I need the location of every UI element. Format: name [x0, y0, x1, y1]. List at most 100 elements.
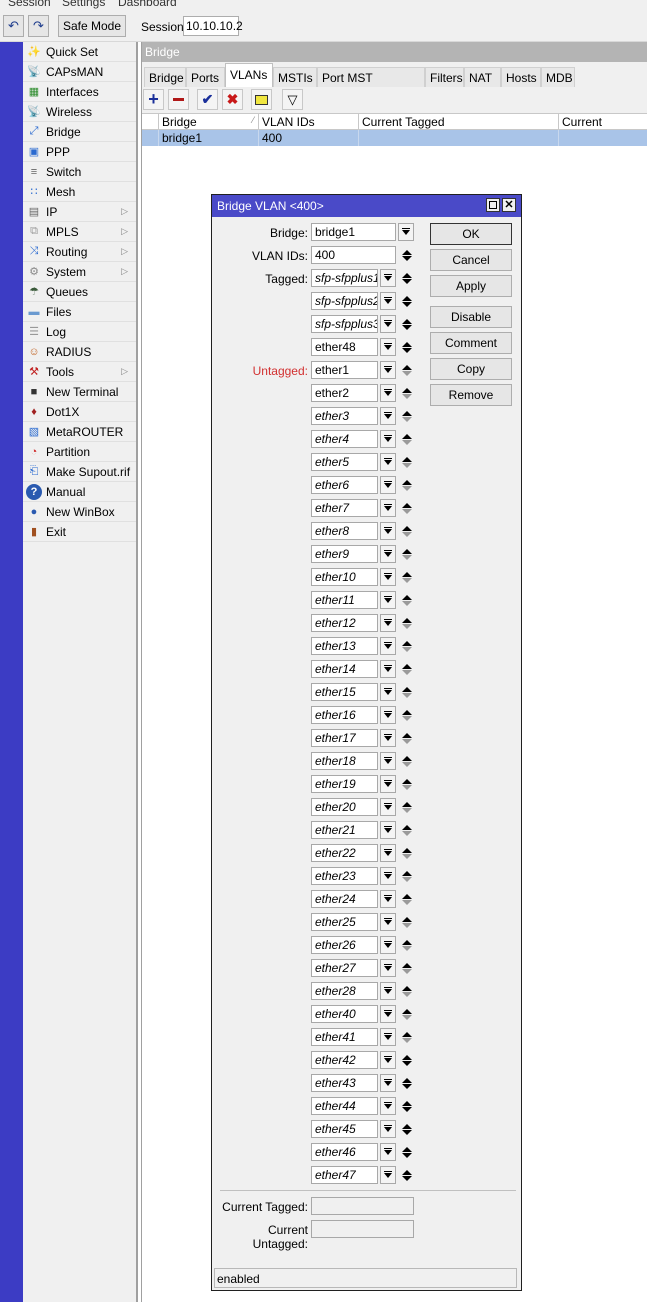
up-arrow-icon[interactable]: [402, 755, 412, 761]
up-arrow-icon[interactable]: [402, 709, 412, 715]
sidebar-item-radius[interactable]: ☺ RADIUS: [23, 342, 136, 362]
untagged-port-dropdown-button[interactable]: [380, 499, 396, 517]
untagged-port-dropdown-button[interactable]: [380, 384, 396, 402]
sidebar-item-system[interactable]: ⚙ System ▷: [23, 262, 136, 282]
up-arrow-icon[interactable]: [402, 847, 412, 853]
untagged-port-updown[interactable]: [401, 1005, 413, 1023]
tab-nat[interactable]: NAT: [464, 67, 501, 87]
untagged-port-field[interactable]: ether7: [311, 499, 378, 517]
down-arrow-icon[interactable]: [402, 945, 412, 951]
tagged-port-field[interactable]: sfp-sfpplus1: [311, 269, 378, 287]
untagged-port-field[interactable]: ether21: [311, 821, 378, 839]
untagged-port-updown[interactable]: [401, 1051, 413, 1069]
up-arrow-icon[interactable]: [402, 502, 412, 508]
down-arrow-icon[interactable]: [402, 692, 412, 698]
down-arrow-icon[interactable]: [402, 1152, 412, 1158]
untagged-port-dropdown-button[interactable]: [380, 637, 396, 655]
tab-bridge[interactable]: Bridge: [144, 67, 186, 87]
down-arrow-icon[interactable]: [402, 738, 412, 744]
untagged-port-updown[interactable]: [401, 959, 413, 977]
untagged-port-updown[interactable]: [401, 637, 413, 655]
sidebar-item-interfaces[interactable]: ▦ Interfaces: [23, 82, 136, 102]
untagged-port-dropdown-button[interactable]: [380, 1097, 396, 1115]
sidebar-item-exit[interactable]: ▮ Exit: [23, 522, 136, 542]
untagged-port-dropdown-button[interactable]: [380, 1143, 396, 1161]
untagged-port-dropdown-button[interactable]: [380, 568, 396, 586]
down-arrow-icon[interactable]: [402, 531, 412, 537]
untagged-port-updown[interactable]: [401, 936, 413, 954]
sidebar-item-bridge[interactable]: ⤢ Bridge: [23, 122, 136, 142]
untagged-port-field[interactable]: ether6: [311, 476, 378, 494]
sidebar-item-switch[interactable]: ≡ Switch: [23, 162, 136, 182]
untagged-port-updown[interactable]: [401, 453, 413, 471]
tab-port-mst-overrides[interactable]: Port MST Overrides: [317, 67, 425, 99]
tab-mstis[interactable]: MSTIs: [273, 67, 317, 87]
down-arrow-icon[interactable]: [402, 324, 412, 330]
redo-button[interactable]: ↷: [28, 15, 49, 37]
filter-button[interactable]: ▽: [282, 89, 303, 110]
untagged-port-field[interactable]: ether18: [311, 752, 378, 770]
untagged-port-updown[interactable]: [401, 867, 413, 885]
menu-settings[interactable]: Settings: [62, 0, 105, 9]
vlan-ids-field[interactable]: 400: [311, 246, 396, 264]
up-arrow-icon[interactable]: [402, 456, 412, 462]
down-arrow-icon[interactable]: [402, 623, 412, 629]
untagged-port-dropdown-button[interactable]: [380, 614, 396, 632]
untagged-port-updown[interactable]: [401, 1166, 413, 1184]
comment-button[interactable]: Comment: [430, 332, 512, 354]
bridge-dropdown-button[interactable]: [398, 223, 414, 241]
sidebar-item-queues[interactable]: ☂ Queues: [23, 282, 136, 302]
down-arrow-icon[interactable]: [402, 784, 412, 790]
up-arrow-icon[interactable]: [402, 1077, 412, 1083]
untagged-port-updown[interactable]: [401, 545, 413, 563]
sidebar-item-partition[interactable]: ◔ Partition: [23, 442, 136, 462]
up-arrow-icon[interactable]: [402, 341, 412, 347]
untagged-port-dropdown-button[interactable]: [380, 1074, 396, 1092]
add-button[interactable]: +: [143, 89, 164, 110]
down-arrow-icon[interactable]: [402, 1106, 412, 1112]
untagged-port-field[interactable]: ether14: [311, 660, 378, 678]
untagged-port-field[interactable]: ether28: [311, 982, 378, 1000]
tagged-port-updown[interactable]: [401, 269, 413, 287]
untagged-port-dropdown-button[interactable]: [380, 430, 396, 448]
untagged-port-updown[interactable]: [401, 660, 413, 678]
untagged-port-dropdown-button[interactable]: [380, 821, 396, 839]
up-arrow-icon[interactable]: [402, 617, 412, 623]
dialog-title-bar[interactable]: Bridge VLAN <400> ✕: [212, 195, 521, 217]
safe-mode-button[interactable]: Safe Mode: [58, 15, 126, 37]
untagged-port-dropdown-button[interactable]: [380, 959, 396, 977]
down-arrow-icon[interactable]: [402, 439, 412, 445]
untagged-port-dropdown-button[interactable]: [380, 660, 396, 678]
maximize-button[interactable]: [486, 198, 500, 212]
enable-button[interactable]: ✔: [197, 89, 218, 110]
tagged-port-field[interactable]: sfp-sfpplus3: [311, 315, 378, 333]
tagged-port-updown[interactable]: [401, 338, 413, 356]
untagged-port-field[interactable]: ether3: [311, 407, 378, 425]
up-arrow-icon[interactable]: [402, 801, 412, 807]
untagged-port-field[interactable]: ether45: [311, 1120, 378, 1138]
untagged-port-dropdown-button[interactable]: [380, 706, 396, 724]
up-arrow-icon[interactable]: [402, 1169, 412, 1175]
up-arrow-icon[interactable]: [402, 1100, 412, 1106]
untagged-port-field[interactable]: ether27: [311, 959, 378, 977]
up-arrow-icon[interactable]: [402, 433, 412, 439]
untagged-port-field[interactable]: ether1: [311, 361, 378, 379]
untagged-port-updown[interactable]: [401, 568, 413, 586]
untagged-port-dropdown-button[interactable]: [380, 1051, 396, 1069]
untagged-port-dropdown-button[interactable]: [380, 683, 396, 701]
untagged-port-dropdown-button[interactable]: [380, 1028, 396, 1046]
untagged-port-field[interactable]: ether10: [311, 568, 378, 586]
untagged-port-field[interactable]: ether12: [311, 614, 378, 632]
untagged-port-field[interactable]: ether44: [311, 1097, 378, 1115]
tab-vlans[interactable]: VLANs: [225, 63, 273, 87]
tab-ports[interactable]: Ports: [186, 67, 225, 87]
untagged-port-field[interactable]: ether46: [311, 1143, 378, 1161]
up-arrow-icon[interactable]: [402, 525, 412, 531]
untagged-port-dropdown-button[interactable]: [380, 982, 396, 1000]
down-arrow-icon[interactable]: [402, 508, 412, 514]
apply-button[interactable]: Apply: [430, 275, 512, 297]
up-arrow-icon[interactable]: [402, 1008, 412, 1014]
untagged-port-dropdown-button[interactable]: [380, 591, 396, 609]
untagged-port-updown[interactable]: [401, 1074, 413, 1092]
down-arrow-icon[interactable]: [402, 1060, 412, 1066]
